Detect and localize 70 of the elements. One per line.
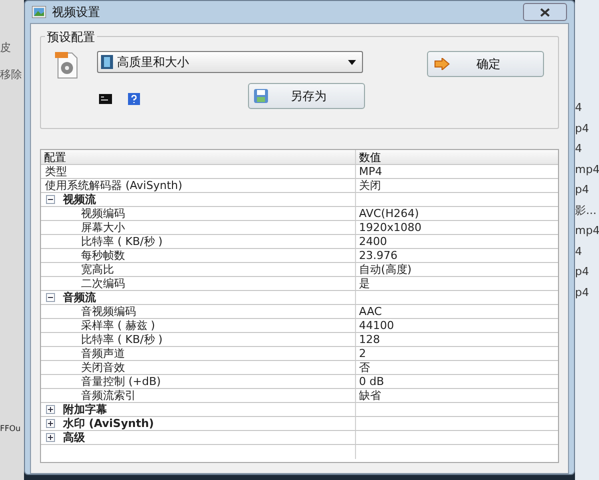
column-header[interactable]: 数值 [356, 150, 381, 164]
property-name: 屏幕大小 [81, 221, 125, 234]
caret-icon [348, 60, 356, 64]
close-button[interactable] [523, 3, 567, 21]
background-text: p4 [575, 264, 590, 280]
property-name: 高级 [63, 431, 85, 444]
expand-icon[interactable] [46, 405, 55, 414]
film-icon [101, 55, 113, 69]
background-text: 4 [575, 141, 583, 157]
background-text: 4 [575, 244, 583, 260]
property-value: 0 dB [358, 375, 384, 388]
property-name: 比特率 ( KB/秒 ) [81, 333, 163, 346]
expand-icon[interactable] [46, 433, 55, 442]
close-icon [540, 8, 550, 16]
background-text: 4 [575, 100, 583, 116]
arrow-icon [434, 58, 450, 70]
property-name: 音频流索引 [81, 389, 136, 402]
preset-dropdown[interactable]: 高质里和大小 [97, 51, 363, 73]
property-name: 水印 (AviSynth) [63, 417, 154, 430]
dropdown-value: 高质里和大小 [117, 54, 189, 71]
property-value: 自动(高度) [358, 263, 412, 276]
save-as-button[interactable]: 另存为 [248, 83, 365, 109]
property-name: 视频编码 [81, 207, 125, 220]
background-text: 皮 [0, 40, 12, 56]
property-name: 音频声道 [81, 347, 125, 360]
expand-icon[interactable] [46, 419, 55, 428]
background-text: mp4 [575, 162, 599, 178]
group-label: 预设配置 [45, 28, 97, 46]
background-text: mp4 [575, 223, 599, 239]
property-name: 使用系统解码器 (AviSynth) [45, 179, 182, 192]
property-name: 附加字幕 [63, 403, 107, 416]
console-icon [99, 94, 112, 104]
property-value: 2400 [358, 235, 387, 248]
property-value: 否 [358, 361, 370, 374]
video-file-icon [55, 51, 79, 79]
property-value: 2 [358, 347, 366, 360]
property-name: 音视频编码 [81, 305, 136, 318]
property-value: AVC(H264) [358, 207, 419, 220]
property-value: 是 [358, 277, 370, 290]
property-value: 缺省 [358, 389, 381, 402]
property-value: 128 [358, 333, 380, 346]
property-name: 宽高比 [81, 263, 114, 276]
window-title: 视频设置 [52, 4, 100, 21]
property-name: 每秒帧数 [81, 249, 125, 262]
property-name: 比特率 ( KB/秒 ) [81, 235, 163, 248]
background-text: p4 [575, 120, 590, 136]
collapse-icon[interactable] [46, 293, 55, 302]
collapse-icon[interactable] [46, 195, 55, 204]
ok-button[interactable]: 确定 [427, 51, 544, 77]
background-text: FFOu [0, 423, 22, 435]
property-name: 采样率 ( 赫兹 ) [81, 319, 156, 332]
column-header[interactable]: 配置 [41, 150, 356, 164]
property-name: 二次编码 [81, 277, 125, 290]
background-text: 移除 [0, 66, 23, 82]
property-value: 1920x1080 [358, 221, 422, 234]
property-value: MP4 [358, 165, 382, 178]
property-value: AAC [358, 305, 382, 318]
picture-icon [32, 6, 46, 18]
property-name: 音频流 [63, 291, 96, 304]
background-text: p4 [575, 182, 590, 198]
property-value: 23.976 [358, 249, 398, 262]
background-text: p4 [575, 284, 590, 300]
background-text: 影... [575, 202, 598, 218]
property-name: 视频流 [63, 193, 96, 206]
property-value: 关闭 [358, 179, 381, 192]
property-name: 关闭音效 [81, 361, 125, 374]
property-name: 音量控制 (+dB) [81, 375, 161, 388]
property-name: 类型 [45, 165, 67, 178]
help-icon [128, 93, 140, 105]
property-value: 44100 [358, 319, 394, 332]
